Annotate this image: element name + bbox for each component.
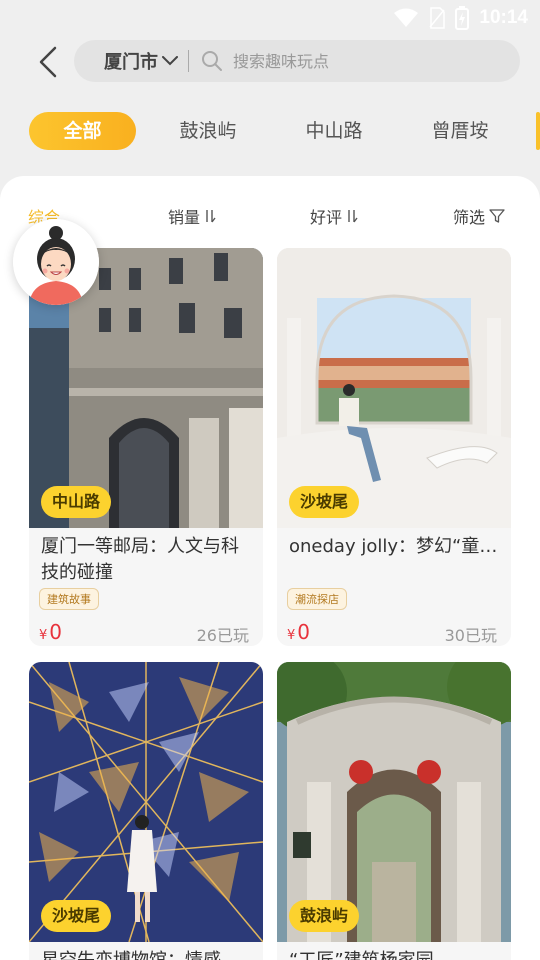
divider — [188, 50, 189, 72]
chevron-left-icon — [39, 46, 57, 78]
back-button[interactable] — [30, 42, 66, 82]
price-symbol: ¥ — [287, 628, 296, 643]
city-label: 厦门市 — [104, 52, 158, 73]
assistant-avatar[interactable] — [13, 219, 99, 305]
attraction-card[interactable]: 沙坡尾 星空失恋博物馆：情感 — [29, 662, 263, 960]
tab-zhongshan-road[interactable]: 中山路 — [284, 112, 384, 150]
attraction-card[interactable]: 鼓浪屿 “工匠”建筑杨家园 — [277, 662, 511, 960]
card-title: oneday jolly：梦幻“童… — [289, 536, 498, 557]
card-title: 厦门一等邮局：人文与科技的碰撞 — [41, 536, 239, 583]
tab-gulangyu[interactable]: 鼓浪屿 — [158, 112, 258, 150]
battery-icon — [455, 6, 470, 30]
sort-rating[interactable]: 好评 — [310, 204, 358, 228]
price: ¥ 0 — [287, 620, 310, 644]
category-tag: 建筑故事 — [39, 588, 99, 610]
sort-sales[interactable]: 销量 — [168, 204, 216, 228]
area-badge: 鼓浪屿 — [289, 900, 360, 932]
filter-icon — [489, 209, 505, 223]
price-value: 0 — [297, 620, 311, 644]
tab-all[interactable]: 全部 — [29, 112, 136, 150]
tab-zengcuoan[interactable]: 曾厝垵 — [410, 112, 510, 150]
card-title: “工匠”建筑杨家园 — [289, 948, 503, 960]
sort-label: 好评 — [310, 208, 343, 227]
city-selector[interactable]: 厦门市 — [74, 48, 178, 74]
chevron-down-icon — [162, 56, 178, 66]
sort-label: 销量 — [168, 208, 201, 227]
sort-arrows-icon — [348, 210, 358, 223]
sort-arrows-icon — [206, 210, 216, 223]
area-badge: 沙坡尾 — [41, 900, 112, 932]
sort-bar: 综合 销量 好评 筛选 — [0, 204, 540, 228]
no-sim-icon — [429, 7, 446, 29]
price-symbol: ¥ — [39, 628, 48, 643]
status-icons: 10:14 — [393, 6, 528, 30]
search-bar: 厦门市 — [74, 40, 520, 82]
played-count: 26已玩 — [196, 626, 249, 645]
wifi-icon — [394, 8, 419, 27]
area-tabs: 全部 鼓浪屿 中山路 曾厝垵 — [0, 112, 540, 150]
filter-button[interactable]: 筛选 — [453, 204, 505, 228]
attraction-card[interactable]: 中山路 厦门一等邮局：人文与科技的碰撞 建筑故事 ¥ 0 26已玩 — [29, 248, 263, 646]
search-input[interactable] — [233, 51, 463, 71]
area-badge: 中山路 — [41, 486, 112, 518]
status-time: 10:14 — [479, 7, 528, 28]
attraction-card[interactable]: 沙坡尾 oneday jolly：梦幻“童… 潮流探店 ¥ 0 30已玩 — [277, 248, 511, 646]
status-bar: 10:14 — [0, 0, 540, 38]
price: ¥ 0 — [39, 620, 62, 644]
price-value: 0 — [49, 620, 63, 644]
tabs-scroll-edge — [536, 112, 540, 150]
played-count: 30已玩 — [444, 626, 497, 645]
area-badge: 沙坡尾 — [289, 486, 360, 518]
search-icon — [201, 50, 223, 72]
category-tag: 潮流探店 — [287, 588, 347, 610]
card-title: 星空失恋博物馆：情感 — [41, 948, 255, 960]
filter-label: 筛选 — [453, 208, 486, 227]
